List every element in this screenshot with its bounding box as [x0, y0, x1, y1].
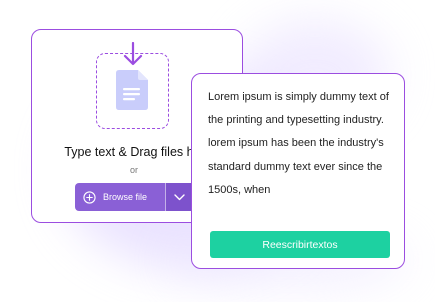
browse-file-label: Browse file	[103, 192, 148, 202]
document-icon	[116, 70, 148, 110]
result-text: Lorem ipsum is simply dummy text of the …	[208, 91, 389, 196]
browse-options-dropdown[interactable]	[165, 183, 193, 211]
plus-circle-icon	[83, 190, 96, 204]
rewrite-button[interactable]: Reescribirtextos	[210, 231, 390, 258]
rewrite-result-card: Lorem ipsum is simply dummy text of the …	[191, 73, 405, 269]
download-arrow-icon	[123, 42, 143, 66]
chevron-down-icon	[174, 193, 185, 200]
app-stage: Type text & Drag files here or Browse fi…	[0, 0, 435, 302]
